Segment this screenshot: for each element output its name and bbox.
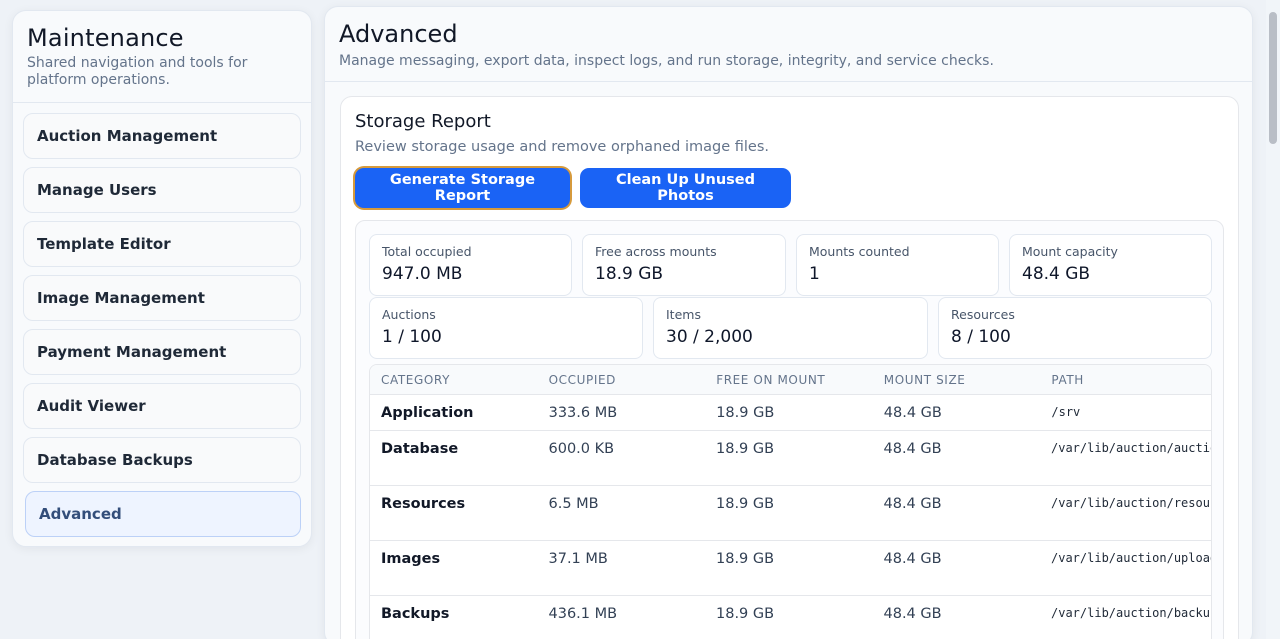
table-row: Backups 436.1 MB 18.9 GB 48.4 GB /var/li… xyxy=(370,596,1211,639)
sidebar-item-database-backups[interactable]: Database Backups xyxy=(23,437,301,483)
table-row: Resources 6.5 MB 18.9 GB 48.4 GB /var/li… xyxy=(370,486,1211,541)
stat-items: Items 30 / 2,000 xyxy=(653,297,928,359)
sidebar-item-template-editor[interactable]: Template Editor xyxy=(23,221,301,267)
cell-category: Images xyxy=(381,551,441,567)
cell-occupied: 333.6 MB xyxy=(548,405,618,421)
cell-size: 48.4 GB xyxy=(883,405,942,421)
stat-free-across-mounts: Free across mounts 18.9 GB xyxy=(582,234,786,296)
stat-resources: Resources 8 / 100 xyxy=(938,297,1212,359)
storage-report-description: Review storage usage and remove orphaned… xyxy=(355,139,770,155)
column-header-mount-size: MOUNT SIZE xyxy=(883,372,966,387)
table-header: CATEGORY OCCUPIED FREE ON MOUNT MOUNT SI… xyxy=(370,365,1211,395)
generate-storage-report-button[interactable]: Generate Storage Report xyxy=(355,168,570,208)
sidebar-title: Maintenance xyxy=(27,24,184,52)
cell-path: /srv xyxy=(1051,405,1081,419)
sidebar-subtitle: Shared navigation and tools for platform… xyxy=(27,55,248,88)
main-header: Advanced Manage messaging, export data, … xyxy=(325,7,1252,82)
cell-category: Resources xyxy=(381,496,466,512)
sidebar: Maintenance Shared navigation and tools … xyxy=(12,10,312,547)
storage-table: CATEGORY OCCUPIED FREE ON MOUNT MOUNT SI… xyxy=(369,364,1212,639)
cell-occupied: 600.0 KB xyxy=(548,441,615,457)
column-header-occupied: OCCUPIED xyxy=(548,372,616,387)
cell-free: 18.9 GB xyxy=(716,606,775,622)
cell-occupied: 6.5 MB xyxy=(548,496,599,512)
stat-value: 1 / 100 xyxy=(382,327,442,347)
cell-free: 18.9 GB xyxy=(716,441,775,457)
stat-value: 18.9 GB xyxy=(595,264,664,284)
page-subtitle: Manage messaging, export data, inspect l… xyxy=(339,53,994,69)
stat-value: 30 / 2,000 xyxy=(666,327,753,347)
stat-label: Resources xyxy=(951,307,1015,322)
stat-value: 8 / 100 xyxy=(951,327,1011,347)
storage-report-card: Storage Report Review storage usage and … xyxy=(340,96,1239,639)
column-header-category: CATEGORY xyxy=(381,372,451,387)
sidebar-item-payment-management[interactable]: Payment Management xyxy=(23,329,301,375)
column-header-path: PATH xyxy=(1051,372,1084,387)
cell-free: 18.9 GB xyxy=(716,496,775,512)
page-title: Advanced xyxy=(339,20,458,48)
cell-path: /var/lib/auction/uploads xyxy=(1051,551,1212,565)
cell-path: /var/lib/auction/backup xyxy=(1051,606,1212,620)
cell-size: 48.4 GB xyxy=(883,496,942,512)
cell-occupied: 37.1 MB xyxy=(548,551,608,567)
cell-free: 18.9 GB xyxy=(716,551,775,567)
cell-category: Database xyxy=(381,441,459,457)
clean-up-unused-photos-button[interactable]: Clean Up Unused Photos xyxy=(580,168,791,208)
sidebar-item-auction-management[interactable]: Auction Management xyxy=(23,113,301,159)
stat-label: Items xyxy=(666,307,701,322)
sidebar-item-manage-users[interactable]: Manage Users xyxy=(23,167,301,213)
stat-label: Total occupied xyxy=(382,244,472,259)
cell-size: 48.4 GB xyxy=(883,551,942,567)
stat-value: 48.4 GB xyxy=(1022,264,1091,284)
stat-label: Auctions xyxy=(382,307,436,322)
table-row: Application 333.6 MB 18.9 GB 48.4 GB /sr… xyxy=(370,395,1211,431)
stat-label: Free across mounts xyxy=(595,244,717,259)
cell-size: 48.4 GB xyxy=(883,606,942,622)
cell-path: /var/lib/auction/resources xyxy=(1051,496,1211,510)
cell-occupied: 436.1 MB xyxy=(548,606,618,622)
sidebar-header: Maintenance Shared navigation and tools … xyxy=(13,11,311,103)
stat-total-occupied: Total occupied 947.0 MB xyxy=(369,234,572,296)
sidebar-item-image-management[interactable]: Image Management xyxy=(23,275,301,321)
stat-label: Mounts counted xyxy=(809,244,910,259)
stat-auctions: Auctions 1 / 100 xyxy=(369,297,643,359)
sidebar-item-audit-viewer[interactable]: Audit Viewer xyxy=(23,383,301,429)
scrollbar-thumb[interactable] xyxy=(1269,12,1277,144)
column-header-free-on-mount: FREE ON MOUNT xyxy=(716,372,826,387)
cell-path: /var/lib/auction/auction.db xyxy=(1051,441,1211,455)
storage-report-results: Total occupied 947.0 MB Free across moun… xyxy=(355,220,1224,639)
stat-mounts-counted: Mounts counted 1 xyxy=(796,234,999,296)
stat-value: 1 xyxy=(809,264,820,284)
main-panel: Advanced Manage messaging, export data, … xyxy=(324,6,1253,639)
table-row: Database 600.0 KB 18.9 GB 48.4 GB /var/l… xyxy=(370,431,1211,486)
cell-category: Backups xyxy=(381,606,450,622)
storage-report-title: Storage Report xyxy=(355,111,491,132)
stat-value: 947.0 MB xyxy=(382,264,463,284)
cell-category: Application xyxy=(381,405,474,421)
stat-mount-capacity: Mount capacity 48.4 GB xyxy=(1009,234,1212,296)
sidebar-item-advanced[interactable]: Advanced xyxy=(25,491,301,537)
cell-size: 48.4 GB xyxy=(883,441,942,457)
page: Maintenance Shared navigation and tools … xyxy=(0,0,1280,639)
table-row: Images 37.1 MB 18.9 GB 48.4 GB /var/lib/… xyxy=(370,541,1211,596)
page-scrollbar[interactable] xyxy=(1266,0,1280,639)
sidebar-nav: Auction Management Manage Users Template… xyxy=(13,103,311,537)
stat-label: Mount capacity xyxy=(1022,244,1118,259)
cell-free: 18.9 GB xyxy=(716,405,775,421)
